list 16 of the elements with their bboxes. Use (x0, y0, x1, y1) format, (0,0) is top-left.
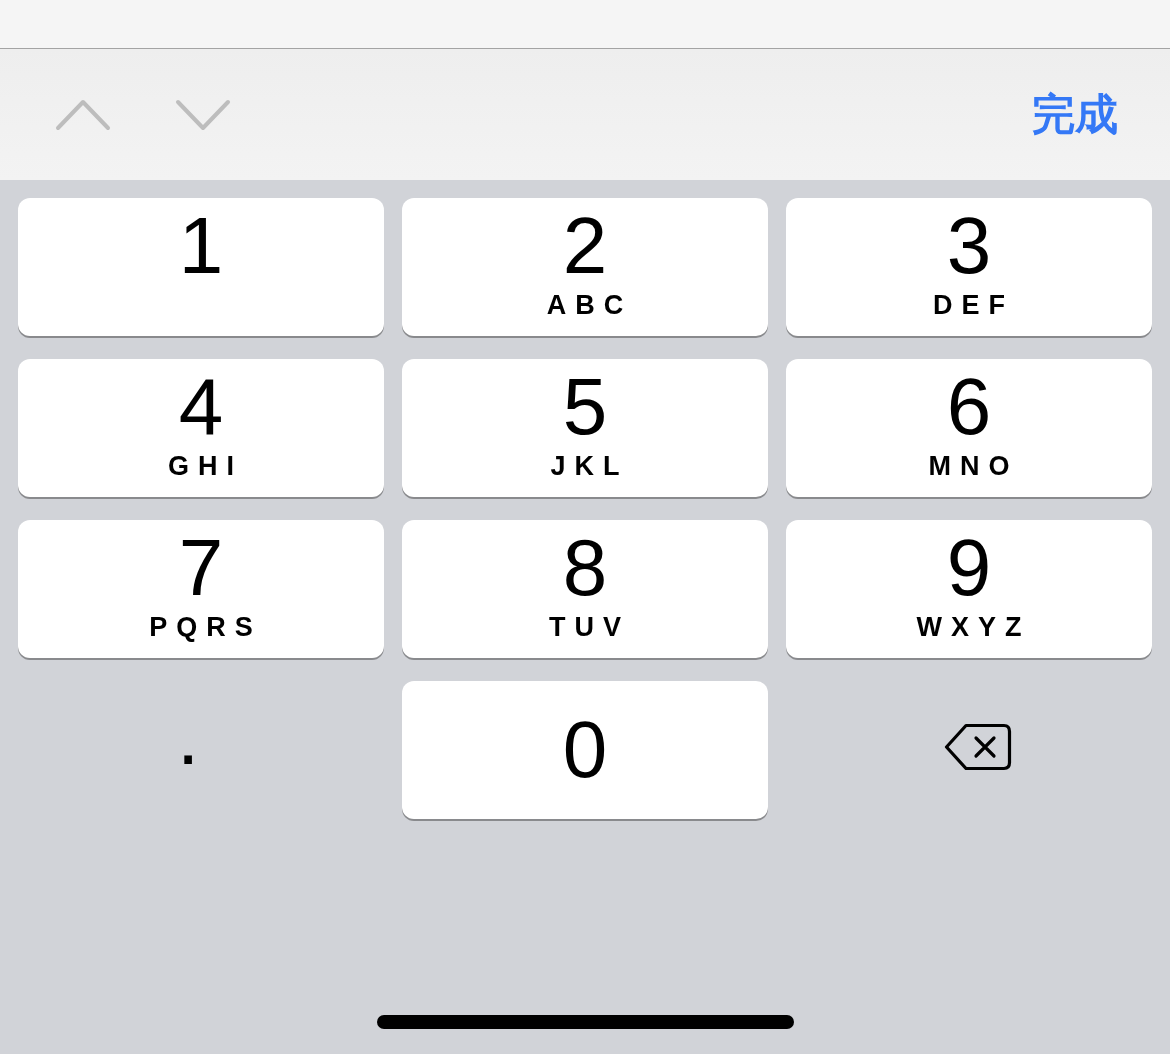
number-key[interactable]: 3 DEF (786, 198, 1152, 336)
number-key[interactable]: 8 TUV (402, 520, 768, 658)
number-key[interactable]: 4 GHI (18, 359, 384, 497)
chevron-up-icon (55, 98, 111, 131)
number-key[interactable]: 0 (402, 681, 768, 819)
chevron-down-icon (175, 98, 231, 131)
number-key[interactable]: 7 PQRS (18, 520, 384, 658)
number-key[interactable]: 9 WXYZ (786, 520, 1152, 658)
number-key[interactable]: 5 JKL (402, 359, 768, 497)
backspace-icon (943, 723, 1012, 771)
number-key[interactable]: 1 (18, 198, 384, 336)
number-key[interactable]: 6 MNO (786, 359, 1152, 497)
number-key[interactable]: 2 ABC (402, 198, 768, 336)
delete-key[interactable] (943, 723, 1012, 771)
decimal-point-key[interactable]: . (170, 681, 206, 819)
done-button[interactable]: 完成 (1032, 91, 1118, 138)
